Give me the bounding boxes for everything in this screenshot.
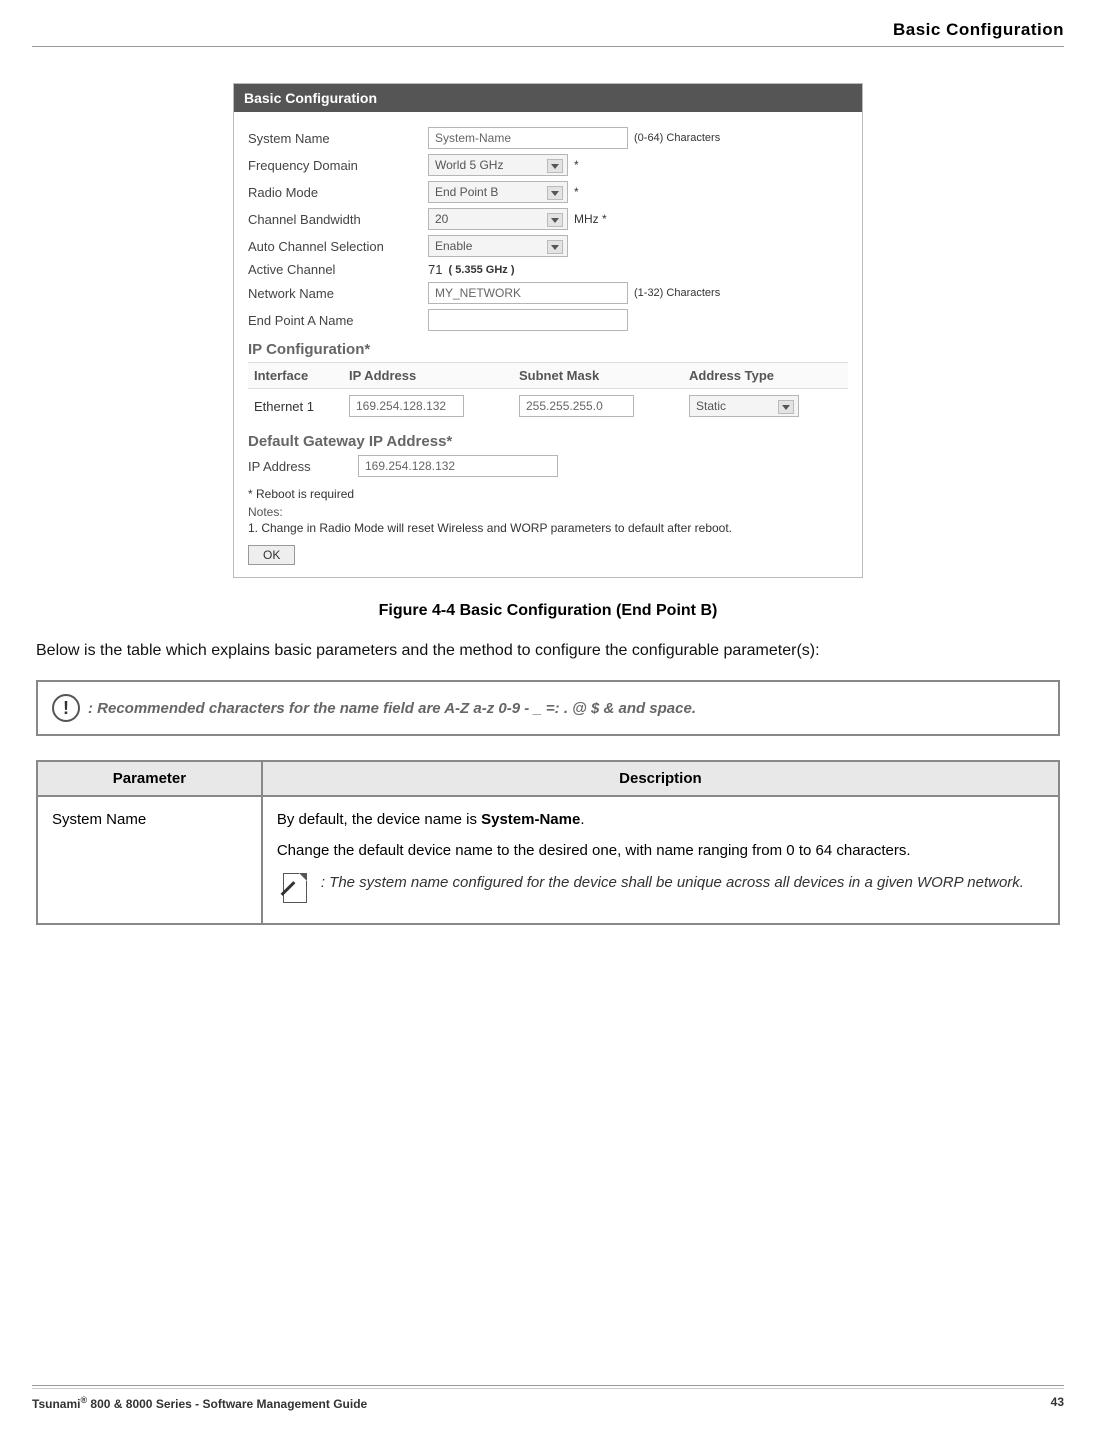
system-name-label: System Name [248, 131, 428, 146]
freq-domain-suffix: * [574, 158, 579, 172]
auto-ch-label: Auto Channel Selection [248, 239, 428, 254]
chevron-down-icon [551, 164, 559, 169]
reboot-note: * Reboot is required [248, 487, 848, 501]
notes-text: 1. Change in Radio Mode will reset Wirel… [248, 521, 848, 535]
recommendation-callout: ! : Recommended characters for the name … [36, 680, 1060, 736]
gw-ip-input[interactable] [358, 455, 558, 477]
page-footer: Tsunami® 800 & 8000 Series - Software Ma… [32, 1385, 1064, 1411]
col-parameter: Parameter [37, 761, 262, 796]
system-name-input[interactable] [428, 127, 628, 149]
radio-mode-suffix: * [574, 185, 579, 199]
active-ch-label: Active Channel [248, 262, 428, 277]
address-type-select[interactable]: Static [689, 395, 799, 417]
ch-bw-select[interactable]: 20 [428, 208, 568, 230]
ch-bw-suffix: MHz * [574, 212, 607, 226]
ip-address-input[interactable] [349, 395, 464, 417]
gw-section-title: Default Gateway IP Address* [248, 433, 848, 450]
system-name-hint: (0-64) Characters [634, 132, 720, 144]
chevron-down-icon [551, 191, 559, 196]
ok-button[interactable]: OK [248, 545, 295, 565]
gw-ip-label: IP Address [248, 459, 358, 474]
chevron-down-icon [551, 218, 559, 223]
figure-caption: Figure 4-4 Basic Configuration (End Poin… [32, 602, 1064, 620]
note-icon [277, 873, 311, 909]
epa-name-input[interactable] [428, 309, 628, 331]
footer-page-number: 43 [1051, 1395, 1064, 1411]
epa-name-label: End Point A Name [248, 313, 428, 328]
parameter-table: Parameter Description System Name By def… [36, 760, 1060, 925]
header-rule [32, 46, 1064, 47]
panel-titlebar: Basic Configuration [234, 84, 862, 112]
radio-mode-label: Radio Mode [248, 185, 428, 200]
chevron-down-icon [551, 245, 559, 250]
subnet-mask-input[interactable] [519, 395, 634, 417]
param-description: By default, the device name is System-Na… [262, 796, 1059, 924]
table-row: System Name By default, the device name … [37, 796, 1059, 924]
auto-ch-select[interactable]: Enable [428, 235, 568, 257]
ip-table-header: Interface IP Address Subnet Mask Address… [248, 362, 848, 389]
ch-bw-label: Channel Bandwidth [248, 212, 428, 227]
config-screenshot: Basic Configuration System Name (0-64) C… [233, 83, 863, 578]
page-header-title: Basic Configuration [32, 20, 1064, 40]
freq-domain-label: Frequency Domain [248, 158, 428, 173]
note-text: : The system name configured for the dev… [321, 873, 1024, 893]
chevron-down-icon [782, 405, 790, 410]
notes-label: Notes: [248, 505, 848, 519]
ip-table-row: Ethernet 1 Static [248, 389, 848, 423]
intro-text: Below is the table which explains basic … [32, 642, 1064, 660]
net-name-hint: (1-32) Characters [634, 287, 720, 299]
ip-section-title: IP Configuration* [248, 341, 848, 358]
param-name: System Name [37, 796, 262, 924]
net-name-label: Network Name [248, 286, 428, 301]
footer-left: Tsunami® 800 & 8000 Series - Software Ma… [32, 1395, 367, 1411]
active-ch-value: 71 [428, 262, 442, 277]
active-ch-suffix: ( 5.355 GHz ) [448, 264, 514, 276]
net-name-input[interactable] [428, 282, 628, 304]
callout-text: : Recommended characters for the name fi… [88, 700, 696, 717]
ip-if-value: Ethernet 1 [248, 399, 343, 414]
freq-domain-select[interactable]: World 5 GHz [428, 154, 568, 176]
radio-mode-select[interactable]: End Point B [428, 181, 568, 203]
warning-icon: ! [52, 694, 80, 722]
col-description: Description [262, 761, 1059, 796]
